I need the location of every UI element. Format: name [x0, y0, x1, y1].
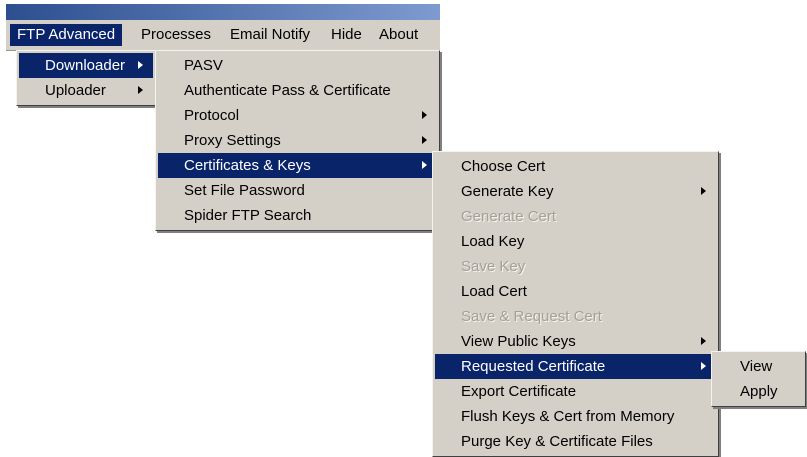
menu-item-label: Generate Key [461, 183, 554, 200]
menu-item-label: Protocol [184, 107, 240, 124]
menu-item-label: Save & Request Cert [461, 308, 602, 325]
menu-item-protocol[interactable]: Protocol [158, 103, 437, 128]
menu-item-label: Authenticate Pass & Certificate [184, 82, 391, 99]
menu-item-load-key[interactable]: Load Key [435, 229, 716, 254]
menu-item-requested-certificate[interactable]: Requested Certificate [435, 354, 716, 379]
menu-item-label: View [740, 358, 773, 375]
menu-item-proxy-settings[interactable]: Proxy Settings [158, 128, 437, 153]
menu-item-authenticate-pass-certificate[interactable]: Authenticate Pass & Certificate [158, 78, 437, 103]
submenu-arrow-icon [422, 161, 427, 169]
menu-item-label: Export Certificate [461, 383, 577, 400]
menu-item-label: Downloader [45, 57, 126, 74]
menu-item-save-key: Save Key [435, 254, 716, 279]
submenu-arrow-icon [138, 61, 143, 69]
menu-item-apply[interactable]: Apply [714, 379, 803, 404]
menu-item-label: View Public Keys [461, 333, 576, 350]
menu-item-load-cert[interactable]: Load Cert [435, 279, 716, 304]
menu-item-spider-ftp-search[interactable]: Spider FTP Search [158, 203, 437, 228]
menu-email-notify[interactable]: Email Notify [223, 24, 317, 46]
menu-hide[interactable]: Hide [324, 24, 369, 46]
menu-item-export-certificate[interactable]: Export Certificate [435, 379, 716, 404]
menu-item-label: Save Key [461, 258, 526, 275]
menu-item-label: Load Key [461, 233, 525, 250]
menu-item-flush-keys-cert[interactable]: Flush Keys & Cert from Memory [435, 404, 716, 429]
menu-item-label: Proxy Settings [184, 132, 281, 149]
menu-item-label: Choose Cert [461, 158, 546, 175]
menu-item-view[interactable]: View [714, 354, 803, 379]
menu-processes[interactable]: Processes [134, 24, 218, 46]
menu-item-save-request-cert: Save & Request Cert [435, 304, 716, 329]
menu-ftp-advanced[interactable]: FTP Advanced [10, 24, 123, 46]
menu-item-generate-cert: Generate Cert [435, 204, 716, 229]
menu-item-uploader[interactable]: Uploader [19, 78, 153, 103]
menu-bar: FTP Advanced Processes Email Notify Hide… [6, 20, 440, 51]
submenu-arrow-icon [701, 187, 706, 195]
menu-item-label: Requested Certificate [461, 358, 606, 375]
menu-item-label: Set File Password [184, 182, 305, 199]
menu-item-label: Flush Keys & Cert from Memory [461, 408, 675, 425]
submenu-arrow-icon [701, 362, 706, 370]
menu-item-label: Load Cert [461, 283, 527, 300]
menu-about[interactable]: About [372, 24, 425, 46]
menu-item-view-public-keys[interactable]: View Public Keys [435, 329, 716, 354]
submenu-arrow-icon [701, 337, 706, 345]
menu-item-pasv[interactable]: PASV [158, 53, 437, 78]
requested-certificate-submenu: View Apply [711, 351, 806, 407]
menu-item-label: Spider FTP Search [184, 207, 312, 224]
ftp-advanced-dropdown: Downloader Uploader [16, 50, 156, 106]
window-title-bar [6, 4, 440, 20]
submenu-arrow-icon [138, 86, 143, 94]
menu-item-label: Certificates & Keys [184, 157, 311, 174]
downloader-submenu: PASV Authenticate Pass & Certificate Pro… [155, 50, 440, 231]
menu-item-downloader[interactable]: Downloader [19, 53, 153, 78]
menu-item-label: Purge Key & Certificate Files [461, 433, 653, 450]
menu-item-purge-key-certificate-files[interactable]: Purge Key & Certificate Files [435, 429, 716, 454]
submenu-arrow-icon [422, 136, 427, 144]
menu-item-certificates-keys[interactable]: Certificates & Keys [158, 153, 437, 178]
menu-item-label: Apply [740, 383, 778, 400]
submenu-arrow-icon [422, 111, 427, 119]
certificates-keys-submenu: Choose Cert Generate Key Generate Cert L… [432, 151, 719, 457]
menu-item-generate-key[interactable]: Generate Key [435, 179, 716, 204]
menu-item-choose-cert[interactable]: Choose Cert [435, 154, 716, 179]
menu-item-label: Uploader [45, 82, 106, 99]
menu-item-set-file-password[interactable]: Set File Password [158, 178, 437, 203]
menu-item-label: PASV [184, 57, 223, 74]
menu-item-label: Generate Cert [461, 208, 557, 225]
